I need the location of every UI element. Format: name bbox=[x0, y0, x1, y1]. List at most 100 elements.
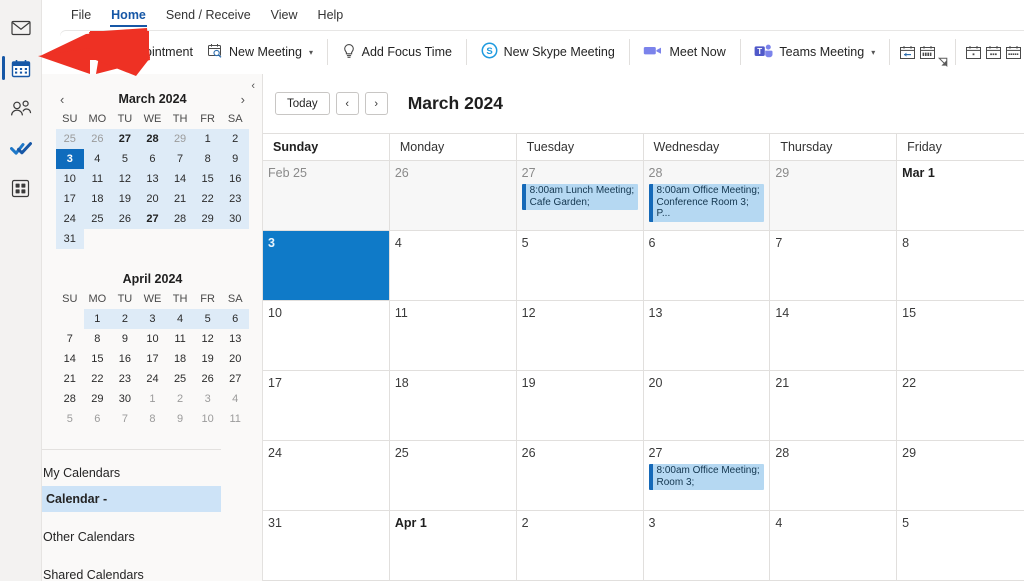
mini-calendar-day[interactable]: 11 bbox=[83, 169, 112, 189]
calendar-day-cell[interactable]: 17 bbox=[263, 371, 390, 441]
menu-help[interactable]: Help bbox=[309, 4, 353, 26]
mini-calendar-day[interactable]: 29 bbox=[84, 389, 112, 409]
mini-calendar-day[interactable]: 3 bbox=[194, 389, 222, 409]
mini-calendar-day[interactable]: 3 bbox=[56, 149, 84, 169]
rail-calendar-button[interactable] bbox=[0, 48, 42, 88]
calendar-day-cell[interactable]: 28 bbox=[770, 441, 898, 511]
previous-period-button[interactable]: ‹ bbox=[335, 92, 359, 115]
mini-calendar-day[interactable]: 28 bbox=[56, 389, 84, 409]
mini-calendar-day[interactable]: 1 bbox=[193, 129, 222, 149]
mini-calendar-day[interactable]: 20 bbox=[138, 189, 167, 209]
mini-calendar-day[interactable]: 6 bbox=[221, 309, 249, 329]
mini-calendar-day[interactable]: 10 bbox=[194, 409, 222, 429]
mini-calendar-day[interactable]: 13 bbox=[138, 169, 167, 189]
calendar-day-cell[interactable]: 2 bbox=[516, 511, 644, 581]
mini-calendar-day[interactable]: 7 bbox=[56, 329, 84, 349]
mini-calendar-day[interactable]: 4 bbox=[221, 389, 249, 409]
day-view-button[interactable] bbox=[963, 37, 983, 67]
calendar-day-cell[interactable]: 21 bbox=[770, 371, 898, 441]
mini-calendar-day[interactable]: 18 bbox=[83, 189, 112, 209]
mini-calendar-day[interactable]: 26 bbox=[83, 129, 112, 149]
mini-calendar-day[interactable]: 8 bbox=[84, 329, 112, 349]
meet-now-button[interactable]: Meet Now bbox=[636, 36, 732, 68]
mini-calendar-day[interactable]: 3 bbox=[138, 309, 167, 329]
mini-calendar-day[interactable]: 17 bbox=[139, 349, 167, 369]
mini-calendar-day[interactable]: 27 bbox=[221, 369, 249, 389]
calendar-day-cell[interactable]: 27 8:00am Office Meeting; Room 3; bbox=[643, 441, 771, 511]
mini-calendar-day[interactable]: 26 bbox=[194, 369, 222, 389]
rail-more-apps-button[interactable] bbox=[0, 168, 42, 208]
calendar-day-cell[interactable]: 10 bbox=[263, 301, 390, 371]
calendar-day-cell[interactable]: 4 bbox=[389, 231, 517, 301]
mini-calendar-day[interactable]: 15 bbox=[84, 349, 112, 369]
mini-calendar-day[interactable]: 26 bbox=[111, 209, 139, 229]
mini-calendar-day[interactable]: 17 bbox=[56, 189, 84, 209]
mini-calendar-day[interactable]: 18 bbox=[166, 349, 194, 369]
mini-calendar-day[interactable]: 30 bbox=[111, 389, 139, 409]
mini-calendar-day[interactable]: 10 bbox=[139, 329, 167, 349]
mini-calendar-day[interactable]: 24 bbox=[139, 369, 167, 389]
mini-calendar-day[interactable]: 28 bbox=[166, 209, 194, 229]
mini-calendar-day[interactable]: 21 bbox=[56, 369, 84, 389]
mini-calendar-day[interactable]: 27 bbox=[138, 209, 167, 229]
mini-calendar-day[interactable]: 8 bbox=[139, 409, 167, 429]
next-period-button[interactable]: › bbox=[364, 92, 388, 115]
calendar-event[interactable]: 8:00am Office Meeting; Conference Room 3… bbox=[648, 184, 765, 222]
calendar-day-cell[interactable]: 5 bbox=[897, 511, 1024, 581]
calendar-day-cell[interactable]: 6 bbox=[643, 231, 771, 301]
mini-calendar-day[interactable]: 5 bbox=[193, 309, 222, 329]
mini-calendar-day[interactable]: 19 bbox=[194, 349, 222, 369]
mini-calendar-day[interactable]: 4 bbox=[166, 309, 194, 329]
mini-calendar-day[interactable]: 19 bbox=[111, 189, 139, 209]
menu-home[interactable]: Home bbox=[102, 4, 155, 27]
mini-calendar-day[interactable]: 21 bbox=[166, 189, 194, 209]
calendar-day-cell[interactable]: 27 8:00am Lunch Meeting; Cafe Garden; bbox=[516, 161, 644, 231]
teams-meeting-chevron-down-icon[interactable]: ▾ bbox=[870, 48, 875, 57]
mini-calendar-day[interactable]: 11 bbox=[166, 329, 194, 349]
week-view-button[interactable] bbox=[1004, 37, 1024, 67]
mini-calendar-day[interactable]: 12 bbox=[194, 329, 222, 349]
calendar-event[interactable]: 8:00am Lunch Meeting; Cafe Garden; bbox=[521, 184, 638, 210]
calendar-day-cell[interactable]: Feb 25 bbox=[263, 161, 390, 231]
calendar-day-cell[interactable]: 8 bbox=[897, 231, 1024, 301]
work-week-view-button[interactable] bbox=[983, 37, 1003, 67]
calendar-day-cell[interactable]: 12 bbox=[516, 301, 644, 371]
mini-calendar-day[interactable]: 2 bbox=[221, 129, 249, 149]
mini-calendar-day[interactable]: 25 bbox=[56, 129, 84, 149]
calendar-day-cell[interactable]: 11 bbox=[389, 301, 517, 371]
mini-calendar-day[interactable]: 25 bbox=[166, 369, 194, 389]
new-meeting-button[interactable]: New Meeting ▾ bbox=[200, 36, 320, 68]
calendar-day-cell[interactable]: 31 bbox=[263, 511, 390, 581]
mini-calendar-day[interactable]: 31 bbox=[56, 229, 84, 249]
calendar-day-cell[interactable]: 22 bbox=[897, 371, 1024, 441]
mini-calendar-day[interactable]: 6 bbox=[84, 409, 112, 429]
mini-calendar-day[interactable]: 10 bbox=[56, 169, 84, 189]
mini-calendar-day[interactable]: 16 bbox=[111, 349, 139, 369]
collapse-pane-chevron-icon[interactable]: ‹ bbox=[251, 80, 255, 92]
mini-calendar-day[interactable]: 13 bbox=[221, 329, 249, 349]
mini-calendar-day[interactable]: 23 bbox=[111, 369, 139, 389]
mini-calendar-day[interactable]: 2 bbox=[111, 309, 139, 329]
mini-calendar-day[interactable]: 22 bbox=[193, 189, 222, 209]
next-7-days-button[interactable] bbox=[917, 37, 937, 67]
calendar-day-cell[interactable]: 13 bbox=[643, 301, 771, 371]
calendar-day-cell[interactable]: 15 bbox=[897, 301, 1024, 371]
mini-calendar-day[interactable]: 6 bbox=[138, 149, 167, 169]
mini-calendar-day[interactable]: 15 bbox=[193, 169, 222, 189]
mini-calendar-day[interactable]: 5 bbox=[111, 149, 139, 169]
add-focus-time-button[interactable]: Add Focus Time bbox=[335, 36, 459, 68]
mini-calendar-day[interactable]: 7 bbox=[166, 149, 194, 169]
today-button[interactable]: Today bbox=[275, 92, 330, 115]
mini-calendar-day[interactable]: 1 bbox=[139, 389, 167, 409]
calendar-day-cell[interactable]: 3 bbox=[643, 511, 771, 581]
calendar-day-cell[interactable]: 7 bbox=[770, 231, 898, 301]
menu-send-receive[interactable]: Send / Receive bbox=[157, 4, 260, 26]
mini-calendar-prev-month-icon[interactable]: ‹ bbox=[56, 93, 68, 106]
mini-calendar-day[interactable]: 25 bbox=[83, 209, 112, 229]
calendar-day-cell[interactable]: 26 bbox=[516, 441, 644, 511]
mini-calendar-day[interactable]: 12 bbox=[111, 169, 139, 189]
mini-calendar-day[interactable]: 9 bbox=[166, 409, 194, 429]
new-meeting-chevron-down-icon[interactable]: ▾ bbox=[308, 48, 313, 57]
mini-calendar-day[interactable]: 24 bbox=[56, 209, 84, 229]
mini-calendar-day[interactable]: 4 bbox=[83, 149, 112, 169]
